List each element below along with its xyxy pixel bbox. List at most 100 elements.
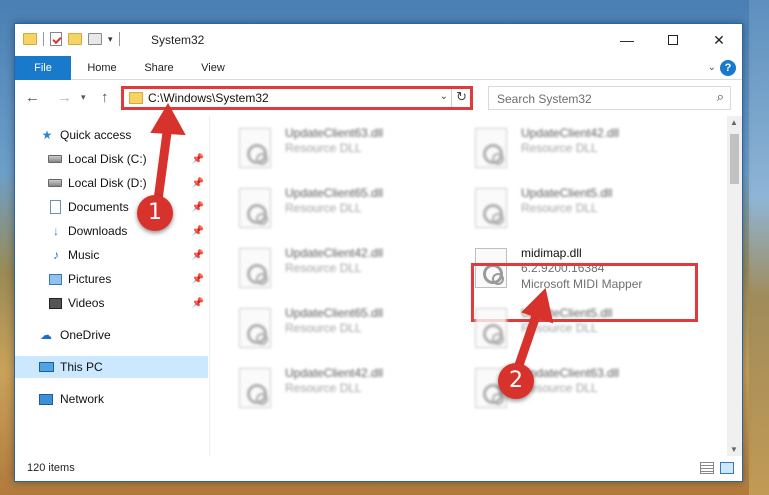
title-bar: ▾ System32 — ✕ (15, 24, 742, 56)
back-arrow-icon[interactable]: ← (25, 89, 40, 106)
computer-icon (39, 362, 54, 372)
sidebar-item-downloads[interactable]: ↓ Downloads 📌 (15, 220, 208, 242)
tab-share[interactable]: Share (135, 56, 183, 80)
sidebar-item-local-disk-c[interactable]: Local Disk (C:) 📌 (15, 148, 208, 170)
sidebar-item-local-disk-d[interactable]: Local Disk (D:) 📌 (15, 172, 208, 194)
cloud-icon: ☁ (40, 328, 52, 342)
sidebar-item-documents[interactable]: Documents 📌 (15, 196, 208, 218)
sidebar-item-this-pc[interactable]: This PC (15, 356, 208, 378)
file-item[interactable]: UpdateClient65.dll Resource DLL (239, 186, 459, 236)
file-item[interactable]: UpdateClient42.dll Resource DLL (475, 126, 695, 176)
star-icon: ★ (41, 128, 53, 142)
file-list: UpdateClient63.dll Resource DLL UpdateCl… (211, 116, 727, 456)
file-name: UpdateClient42.dll (521, 126, 620, 140)
pictures-icon (49, 273, 62, 285)
desktop-background (749, 0, 769, 495)
file-type: Resource DLL (285, 381, 362, 395)
new-folder-icon[interactable] (68, 33, 82, 45)
file-name: UpdateClient65.dll (285, 306, 384, 320)
chevron-down-icon[interactable]: ⌄ (440, 91, 448, 102)
recent-locations-icon[interactable]: ▾ (81, 92, 86, 103)
file-item[interactable]: UpdateClient65.dll Resource DLL (239, 306, 459, 356)
search-icon[interactable]: ⌕ (717, 89, 724, 105)
file-name: UpdateClient65.dll (285, 186, 384, 200)
sidebar-item-network[interactable]: Network (15, 388, 208, 410)
pin-icon[interactable]: 📌 (192, 298, 204, 309)
quick-access-toolbar: ▾ (23, 32, 120, 46)
pin-icon[interactable]: 📌 (192, 226, 204, 237)
sidebar-item-onedrive[interactable]: ☁ OneDrive (15, 324, 208, 346)
videos-icon (49, 297, 62, 309)
pin-icon[interactable]: 📌 (192, 202, 204, 213)
maximize-icon (668, 35, 678, 45)
file-type: Resource DLL (285, 321, 362, 335)
sidebar-item-label: This PC (60, 360, 103, 374)
expand-ribbon-icon[interactable]: ⌄ (708, 62, 716, 73)
customize-icon[interactable] (88, 33, 102, 45)
sidebar-item-label: Downloads (68, 224, 128, 238)
navigation-pane: ★ Quick access Local Disk (C:) 📌 Local D… (15, 116, 210, 456)
tab-file[interactable]: File (15, 56, 71, 80)
sidebar-item-label: Local Disk (D:) (68, 176, 147, 190)
file-name: UpdateClient5.dll (521, 186, 613, 200)
forward-arrow-icon[interactable]: → (57, 89, 72, 106)
address-divider (451, 89, 452, 107)
navigation-bar: ← → ▾ ↑ C:\Windows\System32 ⌄ ↻ Search S… (15, 81, 742, 115)
file-item[interactable]: UpdateClient5.dll Resource DLL (475, 306, 695, 356)
dll-file-icon (475, 128, 507, 168)
scroll-thumb[interactable] (730, 134, 739, 184)
document-icon (50, 200, 61, 214)
item-count: 120 items (27, 462, 75, 474)
pin-icon[interactable]: 📌 (192, 154, 204, 165)
search-input[interactable]: Search System32 ⌕ (488, 86, 731, 110)
file-item[interactable]: UpdateClient42.dll Resource DLL (239, 366, 459, 416)
vertical-scrollbar[interactable]: ▲ ▼ (727, 116, 742, 456)
network-icon (39, 393, 53, 405)
file-type: Resource DLL (285, 261, 362, 275)
sidebar-item-music[interactable]: ♪ Music 📌 (15, 244, 208, 266)
ribbon-tabs: File Home Share View ⌄ ? (15, 56, 742, 80)
sidebar-item-label: Pictures (68, 272, 112, 286)
file-item[interactable]: UpdateClient5.dll Resource DLL (475, 186, 695, 236)
music-icon: ♪ (53, 248, 59, 262)
dll-file-icon (239, 248, 271, 288)
toolbar-divider (118, 32, 120, 46)
sidebar-item-videos[interactable]: Videos 📌 (15, 292, 208, 314)
scroll-down-icon[interactable]: ▼ (730, 445, 738, 454)
maximize-button[interactable] (650, 24, 696, 56)
address-path[interactable]: C:\Windows\System32 (148, 91, 269, 105)
status-bar: 120 items (15, 456, 742, 481)
address-bar[interactable]: C:\Windows\System32 ⌄ ↻ (121, 86, 473, 110)
dll-file-icon (239, 128, 271, 168)
scroll-up-icon[interactable]: ▲ (730, 118, 738, 127)
pin-icon[interactable]: 📌 (192, 274, 204, 285)
file-name: midimap.dll (521, 246, 582, 260)
sidebar-item-label: Quick access (60, 128, 132, 142)
properties-icon[interactable] (50, 32, 62, 46)
sidebar-item-pictures[interactable]: Pictures 📌 (15, 268, 208, 290)
pin-icon[interactable]: 📌 (192, 250, 204, 261)
disk-icon (48, 179, 62, 187)
help-icon[interactable]: ? (720, 60, 736, 76)
sidebar-item-label: Documents (68, 200, 129, 214)
window-title: System32 (151, 33, 205, 47)
file-name: UpdateClient63.dll (521, 366, 620, 380)
file-type: Resource DLL (521, 321, 598, 335)
details-view-icon[interactable] (700, 462, 714, 474)
file-name: UpdateClient42.dll (285, 246, 384, 260)
tab-home[interactable]: Home (77, 56, 127, 80)
chevron-down-icon[interactable]: ▾ (108, 34, 113, 45)
file-item[interactable]: UpdateClient63.dll Resource DLL (239, 126, 459, 176)
pin-icon[interactable]: 📌 (192, 178, 204, 189)
close-button[interactable]: ✕ (696, 24, 742, 56)
tab-view[interactable]: View (191, 56, 235, 80)
file-item[interactable]: UpdateClient42.dll Resource DLL (239, 246, 459, 296)
up-arrow-icon[interactable]: ↑ (101, 89, 109, 106)
refresh-icon[interactable]: ↻ (456, 89, 467, 105)
sidebar-item-label: Network (60, 392, 105, 406)
sidebar-item-label: Music (68, 248, 100, 262)
minimize-button[interactable]: — (604, 24, 650, 56)
folder-icon (129, 92, 143, 104)
large-icons-view-icon[interactable] (720, 462, 734, 474)
sidebar-item-quick-access[interactable]: ★ Quick access (15, 124, 208, 146)
